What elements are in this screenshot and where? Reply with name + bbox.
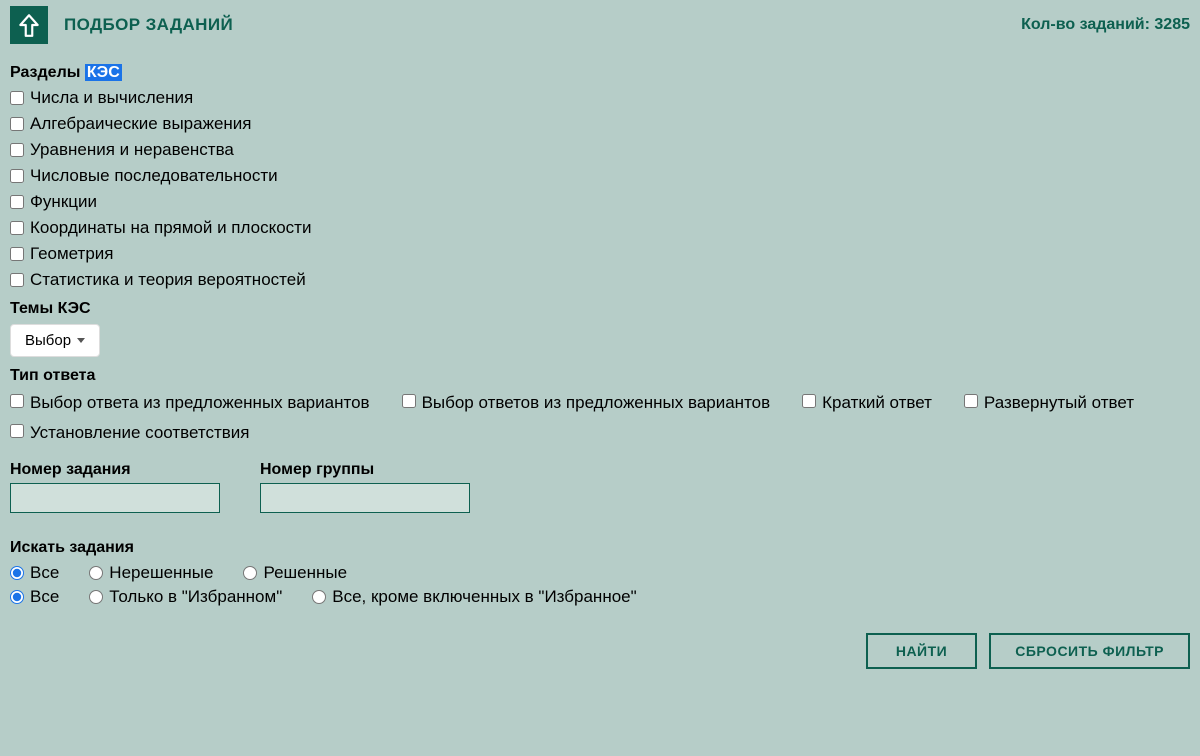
section-label-text[interactable]: Координаты на прямой и плоскости	[30, 218, 311, 238]
section-checkbox[interactable]	[10, 91, 24, 105]
task-count: Кол-во заданий: 3285	[1021, 16, 1190, 34]
section-item: Алгебраические выражения	[10, 114, 1190, 134]
answer-type-item: Краткий ответ	[802, 393, 932, 413]
radio-solved-unsolved[interactable]	[89, 566, 103, 580]
radio-fav-all[interactable]	[10, 590, 24, 604]
section-item: Уравнения и неравенства	[10, 140, 1190, 160]
answer-type-item: Выбор ответа из предложенных вариантов	[10, 393, 370, 413]
section-item: Статистика и теория вероятностей	[10, 270, 1190, 290]
section-checkbox[interactable]	[10, 169, 24, 183]
radio-label[interactable]: Нерешенные	[109, 563, 213, 583]
task-count-value: 3285	[1154, 16, 1190, 33]
section-checkbox[interactable]	[10, 221, 24, 235]
radio-solved-item: Нерешенные	[89, 563, 213, 583]
answer-type-text[interactable]: Выбор ответов из предложенных вариантов	[422, 393, 771, 412]
themes-label: Темы КЭС	[10, 300, 1190, 318]
section-label-text[interactable]: Геометрия	[30, 244, 114, 264]
answer-type-item: Развернутый ответ	[964, 393, 1134, 413]
answer-types-list: Выбор ответа из предложенных вариантов В…	[10, 391, 1190, 445]
answer-type-checkbox[interactable]	[402, 394, 416, 408]
answer-type-text[interactable]: Установление соответствия	[30, 423, 250, 442]
radio-label[interactable]: Решенные	[263, 563, 347, 583]
scroll-top-button[interactable]	[10, 6, 48, 44]
radio-solved-item: Все	[10, 563, 59, 583]
section-item: Функции	[10, 192, 1190, 212]
answer-type-checkbox[interactable]	[964, 394, 978, 408]
task-count-label: Кол-во заданий:	[1021, 16, 1150, 33]
chevron-down-icon	[77, 338, 85, 343]
answer-type-checkbox[interactable]	[10, 394, 24, 408]
answer-type-item: Установление соответствия	[10, 423, 250, 443]
radio-fav-only[interactable]	[89, 590, 103, 604]
number-inputs-row: Номер задания Номер группы	[10, 461, 1190, 513]
section-checkbox[interactable]	[10, 143, 24, 157]
answer-type-text[interactable]: Развернутый ответ	[984, 393, 1134, 412]
section-item: Координаты на прямой и плоскости	[10, 218, 1190, 238]
radio-solved-solved[interactable]	[243, 566, 257, 580]
header: ПОДБОР ЗАДАНИЙ Кол-во заданий: 3285	[10, 6, 1190, 44]
radio-solved-all[interactable]	[10, 566, 24, 580]
find-button[interactable]: НАЙТИ	[866, 633, 977, 669]
answer-type-checkbox[interactable]	[10, 424, 24, 438]
task-number-col: Номер задания	[10, 461, 220, 513]
radio-label[interactable]: Все	[30, 587, 59, 607]
task-number-input[interactable]	[10, 483, 220, 513]
answer-type-label: Тип ответа	[10, 367, 1190, 385]
themes-select[interactable]: Выбор	[10, 324, 100, 357]
radio-label[interactable]: Все	[30, 563, 59, 583]
section-label-text[interactable]: Функции	[30, 192, 97, 212]
button-row: НАЙТИ СБРОСИТЬ ФИЛЬТР	[10, 633, 1190, 669]
group-number-label: Номер группы	[260, 461, 470, 479]
section-checkbox[interactable]	[10, 195, 24, 209]
radio-label[interactable]: Только в "Избранном"	[109, 587, 282, 607]
answer-type-text[interactable]: Выбор ответа из предложенных вариантов	[30, 393, 370, 412]
answer-type-text[interactable]: Краткий ответ	[822, 393, 932, 412]
radio-fav-except[interactable]	[312, 590, 326, 604]
section-label-text[interactable]: Уравнения и неравенства	[30, 140, 234, 160]
section-checkbox[interactable]	[10, 117, 24, 131]
section-item: Геометрия	[10, 244, 1190, 264]
section-item: Числа и вычисления	[10, 88, 1190, 108]
search-tasks-label: Искать задания	[10, 539, 1190, 557]
section-label-text[interactable]: Числа и вычисления	[30, 88, 193, 108]
section-label-text[interactable]: Числовые последовательности	[30, 166, 278, 186]
themes-select-text: Выбор	[25, 332, 71, 349]
reset-filter-button[interactable]: СБРОСИТЬ ФИЛЬТР	[989, 633, 1190, 669]
radio-label[interactable]: Все, кроме включенных в "Избранное"	[332, 587, 636, 607]
header-left: ПОДБОР ЗАДАНИЙ	[10, 6, 233, 44]
answer-type-item: Выбор ответов из предложенных вариантов	[402, 393, 771, 413]
radio-solved-item: Решенные	[243, 563, 347, 583]
page-title: ПОДБОР ЗАДАНИЙ	[64, 15, 233, 35]
section-label-text[interactable]: Статистика и теория вероятностей	[30, 270, 306, 290]
radio-fav-item: Только в "Избранном"	[89, 587, 282, 607]
section-item: Числовые последовательности	[10, 166, 1190, 186]
radio-fav-item: Все	[10, 587, 59, 607]
radio-fav-row: Все Только в "Избранном" Все, кроме вклю…	[10, 587, 1190, 607]
section-label-text[interactable]: Алгебраические выражения	[30, 114, 252, 134]
group-number-input[interactable]	[260, 483, 470, 513]
answer-type-checkbox[interactable]	[802, 394, 816, 408]
arrow-up-icon	[16, 12, 42, 38]
radio-solved-row: Все Нерешенные Решенные	[10, 563, 1190, 583]
group-number-col: Номер группы	[260, 461, 470, 513]
section-checkbox[interactable]	[10, 273, 24, 287]
sections-checkbox-list: Числа и вычисления Алгебраические выраже…	[10, 88, 1190, 290]
section-checkbox[interactable]	[10, 247, 24, 261]
task-number-label: Номер задания	[10, 461, 220, 479]
kes-highlight: КЭС	[85, 64, 122, 81]
sections-label: Разделы КЭС	[10, 64, 1190, 82]
radio-fav-item: Все, кроме включенных в "Избранное"	[312, 587, 636, 607]
